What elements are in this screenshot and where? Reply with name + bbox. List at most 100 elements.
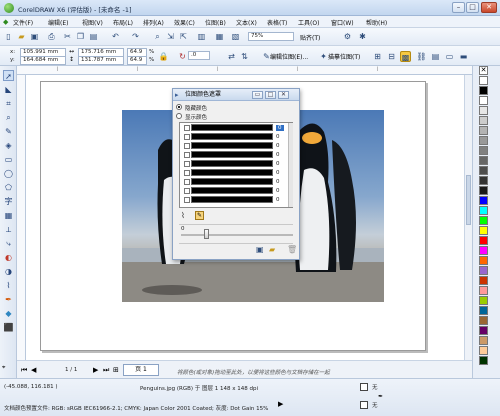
palette-swatch[interactable]: [479, 126, 488, 135]
dimension-tool-icon[interactable]: ⟂: [3, 224, 14, 235]
welcome-screen-icon[interactable]: ▧: [230, 31, 241, 42]
snap-to-dropdown[interactable]: 贴齐(T): [300, 33, 320, 42]
print-icon[interactable]: ⎙: [46, 31, 57, 42]
dialog-close-button[interactable]: ✕: [278, 91, 289, 99]
prev-page-icon[interactable]: ◀: [31, 366, 36, 374]
palette-swatch[interactable]: [479, 296, 488, 305]
palette-swatch[interactable]: [479, 216, 488, 225]
menu-layout[interactable]: 布局(L): [113, 18, 133, 27]
tolerance-slider-track[interactable]: [181, 234, 293, 236]
next-page-icon[interactable]: ▶: [93, 366, 98, 374]
menu-tools[interactable]: 工具(O): [298, 18, 319, 27]
palette-swatch[interactable]: [479, 226, 488, 235]
color-row-swatch[interactable]: [191, 187, 273, 194]
color-row-checkbox[interactable]: [184, 197, 190, 203]
menu-arrange[interactable]: 排列(A): [143, 18, 164, 27]
palette-swatch[interactable]: [479, 86, 488, 95]
color-row-swatch[interactable]: [191, 178, 273, 185]
palette-swatch[interactable]: [479, 76, 488, 85]
color-row-swatch[interactable]: [191, 196, 273, 203]
table-tool-icon[interactable]: ▦: [3, 210, 14, 221]
fill-tool-icon[interactable]: ◆: [3, 308, 14, 319]
color-row-checkbox[interactable]: [184, 152, 190, 158]
color-row-checkbox[interactable]: [184, 179, 190, 185]
palette-swatch[interactable]: [479, 96, 488, 105]
palette-swatch[interactable]: [479, 346, 488, 355]
trace-bitmap-button[interactable]: 描摹位图(T): [328, 52, 360, 61]
edit-bitmap-button[interactable]: 编辑位图(E)...: [270, 52, 308, 61]
dialog-restore-button[interactable]: □: [265, 91, 276, 99]
redo-icon[interactable]: ↷: [130, 31, 141, 42]
last-page-icon[interactable]: ⏭: [103, 366, 109, 375]
color-row-swatch[interactable]: [191, 151, 273, 158]
scale-height-field[interactable]: 64.9: [127, 56, 147, 65]
palette-swatch[interactable]: [479, 206, 488, 215]
polygon-tool-icon[interactable]: ⬠: [3, 182, 14, 193]
connector-tool-icon[interactable]: ⤷: [3, 238, 14, 249]
palette-swatch[interactable]: [479, 146, 488, 155]
rectangle-tool-icon[interactable]: ▭: [3, 154, 14, 165]
no-color-swatch-icon[interactable]: ✕: [479, 66, 488, 75]
bitmap-color-mask-icon[interactable]: ▩: [400, 51, 411, 62]
menu-bitmaps[interactable]: 位图(B): [205, 18, 226, 27]
delete-mask-icon[interactable]: 🗑: [287, 245, 297, 254]
options-gear-icon[interactable]: ✱: [357, 31, 368, 42]
color-row-checkbox[interactable]: [184, 188, 190, 194]
close-button[interactable]: ✕: [481, 2, 497, 13]
palette-swatch[interactable]: [479, 256, 488, 265]
freehand-tool-icon[interactable]: ✎: [3, 126, 14, 137]
application-launcher-icon[interactable]: ▦: [214, 31, 225, 42]
menu-view[interactable]: 视图(V): [82, 18, 103, 27]
mirror-horizontal-icon[interactable]: ⇄: [226, 51, 237, 62]
palette-swatch[interactable]: [479, 246, 488, 255]
status-arrow-icon[interactable]: ▶: [278, 400, 283, 408]
import-icon[interactable]: ⇲: [165, 31, 176, 42]
height-field[interactable]: 131.787 mm: [78, 56, 124, 65]
menu-edit[interactable]: 编辑(E): [48, 18, 68, 27]
export-icon[interactable]: ⇱: [178, 31, 189, 42]
vertical-ruler[interactable]: [17, 75, 26, 360]
show-colors-radio[interactable]: [176, 113, 182, 119]
interactive-fill-icon[interactable]: ⬛: [3, 322, 14, 333]
to-front-icon[interactable]: ▭: [444, 51, 455, 62]
color-row-checkbox[interactable]: [184, 143, 190, 149]
new-document-icon[interactable]: ▯: [3, 31, 14, 42]
pick-tool-icon[interactable]: ➚: [3, 70, 14, 81]
paste-icon[interactable]: ▤: [88, 31, 99, 42]
palette-swatch[interactable]: [479, 266, 488, 275]
color-row-swatch[interactable]: [191, 133, 273, 140]
crop-bitmap-icon[interactable]: ⊞: [372, 51, 383, 62]
maximize-button[interactable]: □: [466, 2, 479, 13]
color-row-checkbox[interactable]: [184, 134, 190, 140]
color-row-checkbox[interactable]: [184, 125, 190, 131]
color-row-swatch[interactable]: [191, 124, 273, 131]
outline-color-swatch[interactable]: [360, 401, 368, 409]
copy-icon[interactable]: ❐: [75, 31, 86, 42]
rotation-angle-field[interactable]: .0: [188, 51, 210, 60]
palette-swatch[interactable]: [479, 106, 488, 115]
cut-icon[interactable]: ✂: [62, 31, 73, 42]
dialog-collapse-button[interactable]: ▭: [252, 91, 263, 99]
color-row-swatch[interactable]: [191, 142, 273, 149]
minimize-button[interactable]: –: [452, 2, 465, 13]
publish-pdf-icon[interactable]: ▥: [196, 31, 207, 42]
eyedropper-icon[interactable]: ⌇: [181, 211, 185, 220]
zoom-nav-icon[interactable]: ⌖: [2, 364, 5, 372]
add-page-icon[interactable]: ⊞: [113, 366, 119, 374]
menu-file[interactable]: 文件(F): [13, 18, 33, 27]
menu-text[interactable]: 文本(X): [236, 18, 257, 27]
palette-swatch[interactable]: [479, 286, 488, 295]
transparency-tool-icon[interactable]: ◑: [3, 266, 14, 277]
palette-swatch[interactable]: [479, 156, 488, 165]
zoom-level-select[interactable]: 75%: [248, 32, 294, 41]
page-tab[interactable]: 页 1: [123, 364, 159, 376]
color-list-scrollbar[interactable]: [288, 123, 293, 207]
color-row-swatch[interactable]: [191, 160, 273, 167]
color-row-checkbox[interactable]: [184, 170, 190, 176]
palette-swatch[interactable]: [479, 356, 488, 365]
text-tool-icon[interactable]: 字: [3, 196, 14, 207]
eyedropper-tool-icon[interactable]: ⌇: [3, 280, 14, 291]
scroll-thumb[interactable]: [466, 175, 471, 225]
undo-icon[interactable]: ↶: [110, 31, 121, 42]
palette-swatch[interactable]: [479, 116, 488, 125]
